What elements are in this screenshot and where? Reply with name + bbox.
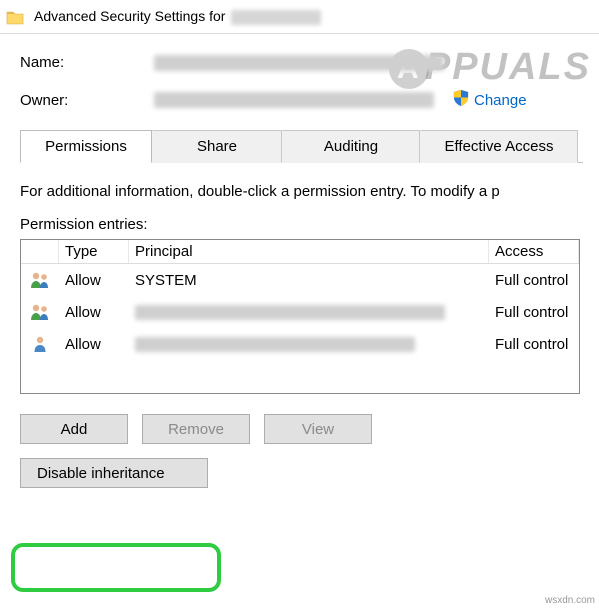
folder-icon: [6, 9, 24, 25]
table-row[interactable]: Allow SYSTEM Full control: [21, 264, 579, 296]
name-value-redacted: [154, 55, 444, 71]
cell-type: Allow: [59, 336, 129, 353]
change-link-text: Change: [474, 92, 527, 109]
entry-button-row: Add Remove View: [20, 414, 583, 444]
owner-row: Owner: Change: [20, 89, 583, 111]
info-text: For additional information, double-click…: [20, 183, 583, 200]
table-header: Type Principal Access: [21, 240, 579, 264]
source-attribution: wsxdn.com: [545, 595, 595, 606]
col-header-type[interactable]: Type: [59, 240, 129, 263]
cell-principal: SYSTEM: [129, 272, 489, 289]
table-row[interactable]: Allow Full control: [21, 296, 579, 328]
window-title: Advanced Security Settings for: [34, 8, 321, 25]
remove-button: Remove: [142, 414, 250, 444]
shield-icon: [452, 89, 470, 111]
table-row[interactable]: Allow Full control: [21, 328, 579, 360]
tab-auditing[interactable]: Auditing: [282, 130, 420, 163]
group-icon: [21, 271, 59, 289]
disable-inheritance-button[interactable]: Disable inheritance: [20, 458, 208, 488]
cell-type: Allow: [59, 304, 129, 321]
title-filename-redacted: [231, 10, 321, 25]
col-header-access[interactable]: Access: [489, 240, 579, 263]
view-button: View: [264, 414, 372, 444]
cell-access: Full control: [489, 336, 579, 353]
content-area: Name: Owner: Change Permissions Share Au…: [0, 34, 599, 504]
cell-access: Full control: [489, 272, 579, 289]
table-body: Allow SYSTEM Full control Allow Full con…: [21, 264, 579, 360]
titlebar: Advanced Security Settings for: [0, 0, 599, 34]
owner-label: Owner:: [20, 92, 154, 109]
name-label: Name:: [20, 54, 154, 71]
permission-entries-label: Permission entries:: [20, 216, 583, 233]
permission-entries-table: Type Principal Access Allow SYSTEM Full …: [20, 239, 580, 394]
inheritance-button-row: Disable inheritance: [20, 458, 583, 488]
tab-share[interactable]: Share: [152, 130, 282, 163]
change-owner-link[interactable]: Change: [452, 89, 527, 111]
tab-effective-access[interactable]: Effective Access: [420, 130, 578, 163]
tab-bar: Permissions Share Auditing Effective Acc…: [20, 129, 583, 163]
col-header-icon[interactable]: [21, 240, 59, 263]
name-row: Name:: [20, 54, 583, 71]
owner-value-redacted: [154, 92, 434, 108]
tab-permissions[interactable]: Permissions: [20, 130, 152, 163]
cell-principal-redacted: [129, 305, 489, 320]
cell-access: Full control: [489, 304, 579, 321]
cell-type: Allow: [59, 272, 129, 289]
col-header-principal[interactable]: Principal: [129, 240, 489, 263]
person-icon: [21, 335, 59, 353]
cell-principal-redacted: [129, 337, 489, 352]
add-button[interactable]: Add: [20, 414, 128, 444]
group-icon: [21, 303, 59, 321]
highlight-annotation: [11, 543, 221, 592]
